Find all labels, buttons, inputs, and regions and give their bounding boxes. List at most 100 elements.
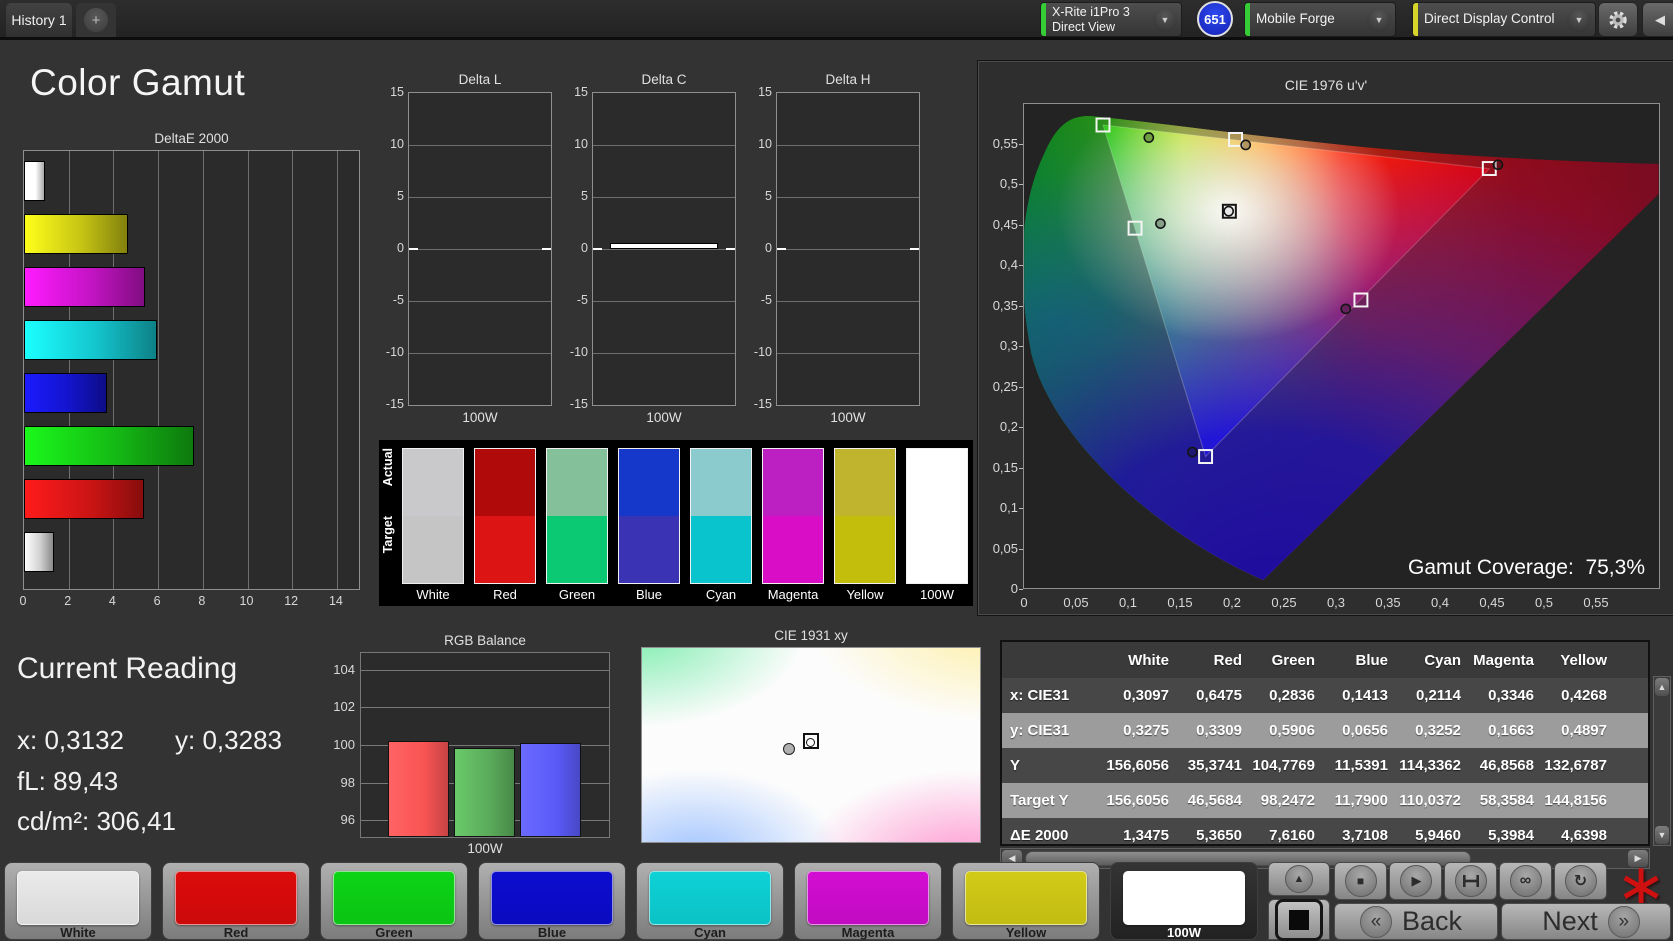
meter-dropdown-label: X-Rite i1Pro 3 Direct View	[1052, 4, 1130, 34]
table-row: x: CIE31 0,3097 0,6475 0,2836 0,1413 0,2114 0,…	[1002, 678, 1648, 713]
y-tick-label: 0	[581, 241, 588, 255]
tab-history-1[interactable]: History 1	[6, 3, 72, 37]
pattern-swatch	[175, 871, 297, 925]
pattern-window-toggle[interactable]	[1268, 898, 1330, 941]
source-dropdown[interactable]: Mobile Forge ▼	[1244, 2, 1396, 37]
table-cell: 0,9	[1607, 827, 1648, 844]
gridline	[593, 249, 735, 250]
table-cell: 98,2472	[1260, 792, 1315, 809]
cie-measured-blue	[1187, 446, 1198, 458]
y-tick-label: 10	[758, 137, 772, 151]
y-tick-label: -15	[753, 397, 772, 411]
swatch-target	[763, 516, 823, 583]
zero-mark	[726, 248, 735, 250]
swatch-target	[403, 516, 463, 583]
x-tick-label: 8	[198, 594, 206, 608]
step-button[interactable]	[1444, 862, 1497, 900]
table-cell: 144,8156	[1544, 792, 1607, 809]
scroll-down-icon[interactable]: ▼	[1655, 826, 1669, 844]
y-tick-label: -5	[392, 293, 404, 307]
column-header-yellow: Yellow	[1560, 651, 1607, 669]
collapse-panel-button[interactable]: ◀	[1642, 2, 1673, 37]
cie1976-title: CIE 1976 u'v'	[1284, 77, 1368, 93]
table-cell: 5,9460	[1415, 827, 1461, 844]
cie-y-tick-label: 0,5	[999, 176, 1018, 191]
play-button[interactable]: ▶	[1389, 862, 1442, 900]
y-tick-label: -10	[569, 345, 588, 359]
stop-button[interactable]: ■	[1334, 862, 1387, 900]
y-tick-label: 100	[333, 737, 355, 752]
column-header-blue: Blue	[1355, 651, 1388, 669]
current-reading-title: Current Reading	[17, 652, 238, 685]
table-cell: 0,3346	[1488, 687, 1534, 704]
pattern-swatch	[807, 871, 929, 925]
table-cell: 5,3650	[1196, 827, 1242, 844]
swatch-label: Magenta	[767, 587, 819, 602]
deltae-bar-magenta	[24, 267, 145, 307]
pattern-100w[interactable]: 100W	[1110, 862, 1258, 940]
table-row: ΔE 2000 1,3475 5,3650 7,6160 3,7108 5,9460 5,3…	[1002, 818, 1648, 844]
gridline	[336, 151, 338, 589]
cie-x-tick-label: 0,35	[1375, 595, 1401, 610]
pattern-yellow[interactable]: Yellow	[952, 862, 1100, 940]
swatch-actual	[475, 449, 535, 516]
settings-button[interactable]	[1598, 2, 1638, 37]
swatch-actual	[403, 449, 463, 516]
pattern-swatch	[649, 871, 771, 925]
table-cell: 7,6160	[1269, 827, 1315, 844]
back-button[interactable]: « Back	[1334, 903, 1498, 940]
pattern-up-button[interactable]: ▲	[1268, 862, 1330, 896]
continuous-button[interactable]: ∞	[1499, 862, 1552, 900]
pattern-red[interactable]: Red	[162, 862, 310, 940]
add-tab-button[interactable]: +	[76, 3, 116, 37]
cie-y-tick	[1019, 427, 1023, 428]
table-cell: 156,6056	[1106, 757, 1169, 774]
pattern-cyan[interactable]: Cyan	[636, 862, 784, 940]
pattern-blue[interactable]: Blue	[478, 862, 626, 940]
pattern-white[interactable]: White	[4, 862, 152, 940]
deltae-bar-yellow	[24, 214, 128, 254]
column-header-cyan: Cyan	[1424, 651, 1461, 669]
row-label-target: Target	[381, 516, 395, 554]
cie-y-tick	[1019, 143, 1023, 145]
cie-y-tick-label: 0,05	[992, 540, 1018, 556]
y-tick-label: 102	[333, 699, 355, 715]
cie-x-tick-label: 0,1	[1118, 595, 1138, 610]
y-tick-label: 96	[340, 812, 355, 828]
cie-y-tick	[1019, 386, 1023, 388]
cie-x-tick-label: 0,55	[1583, 595, 1609, 610]
cie-y-tick-label: 0	[1010, 581, 1018, 596]
cie-y-tick-label: 0,1	[999, 500, 1018, 515]
table-cell: 0,6475	[1196, 687, 1242, 704]
delta-bar	[610, 243, 718, 249]
gridline	[361, 707, 609, 709]
pattern-magenta[interactable]: Magenta	[794, 862, 942, 940]
tab-label: History 1	[11, 12, 67, 28]
meter-dropdown[interactable]: X-Rite i1Pro 3 Direct View ▼	[1040, 2, 1182, 37]
table-v-scrollbar[interactable]: ▲ ▼	[1653, 676, 1671, 846]
cie-y-tick-label: 0,2	[999, 419, 1018, 434]
gridline	[777, 301, 919, 302]
deltae-chart-title: DeltaE 2000	[154, 131, 229, 146]
next-button[interactable]: Next »	[1501, 903, 1671, 940]
x-tick-label: 4	[108, 594, 116, 608]
swatch-label: Green	[558, 587, 596, 602]
cie-y-tick	[1019, 265, 1023, 266]
rgb-bar-green	[454, 747, 515, 837]
loop-button[interactable]: ↻	[1554, 862, 1607, 900]
cie-x-tick-label: 0,05	[1063, 595, 1089, 610]
table-row: Y 156,6056 35,3741 104,7769 11,5391 114,3362 4…	[1002, 748, 1648, 783]
table-cell: 0,3	[1607, 687, 1648, 704]
column-header-1: 1	[1607, 652, 1648, 669]
cie-measured-red	[1492, 159, 1504, 171]
swatch-blue	[618, 448, 680, 584]
delta-chart-plot	[592, 92, 736, 406]
swatch-actual	[763, 449, 823, 516]
gridline	[409, 301, 551, 302]
y-tick-label: 15	[574, 85, 588, 99]
pattern-green[interactable]: Green	[320, 862, 468, 940]
display-control-dropdown[interactable]: Direct Display Control ▼	[1412, 2, 1596, 37]
swatch-actual	[907, 449, 967, 516]
pattern-swatch	[1123, 871, 1245, 925]
scroll-up-icon[interactable]: ▲	[1655, 678, 1669, 696]
